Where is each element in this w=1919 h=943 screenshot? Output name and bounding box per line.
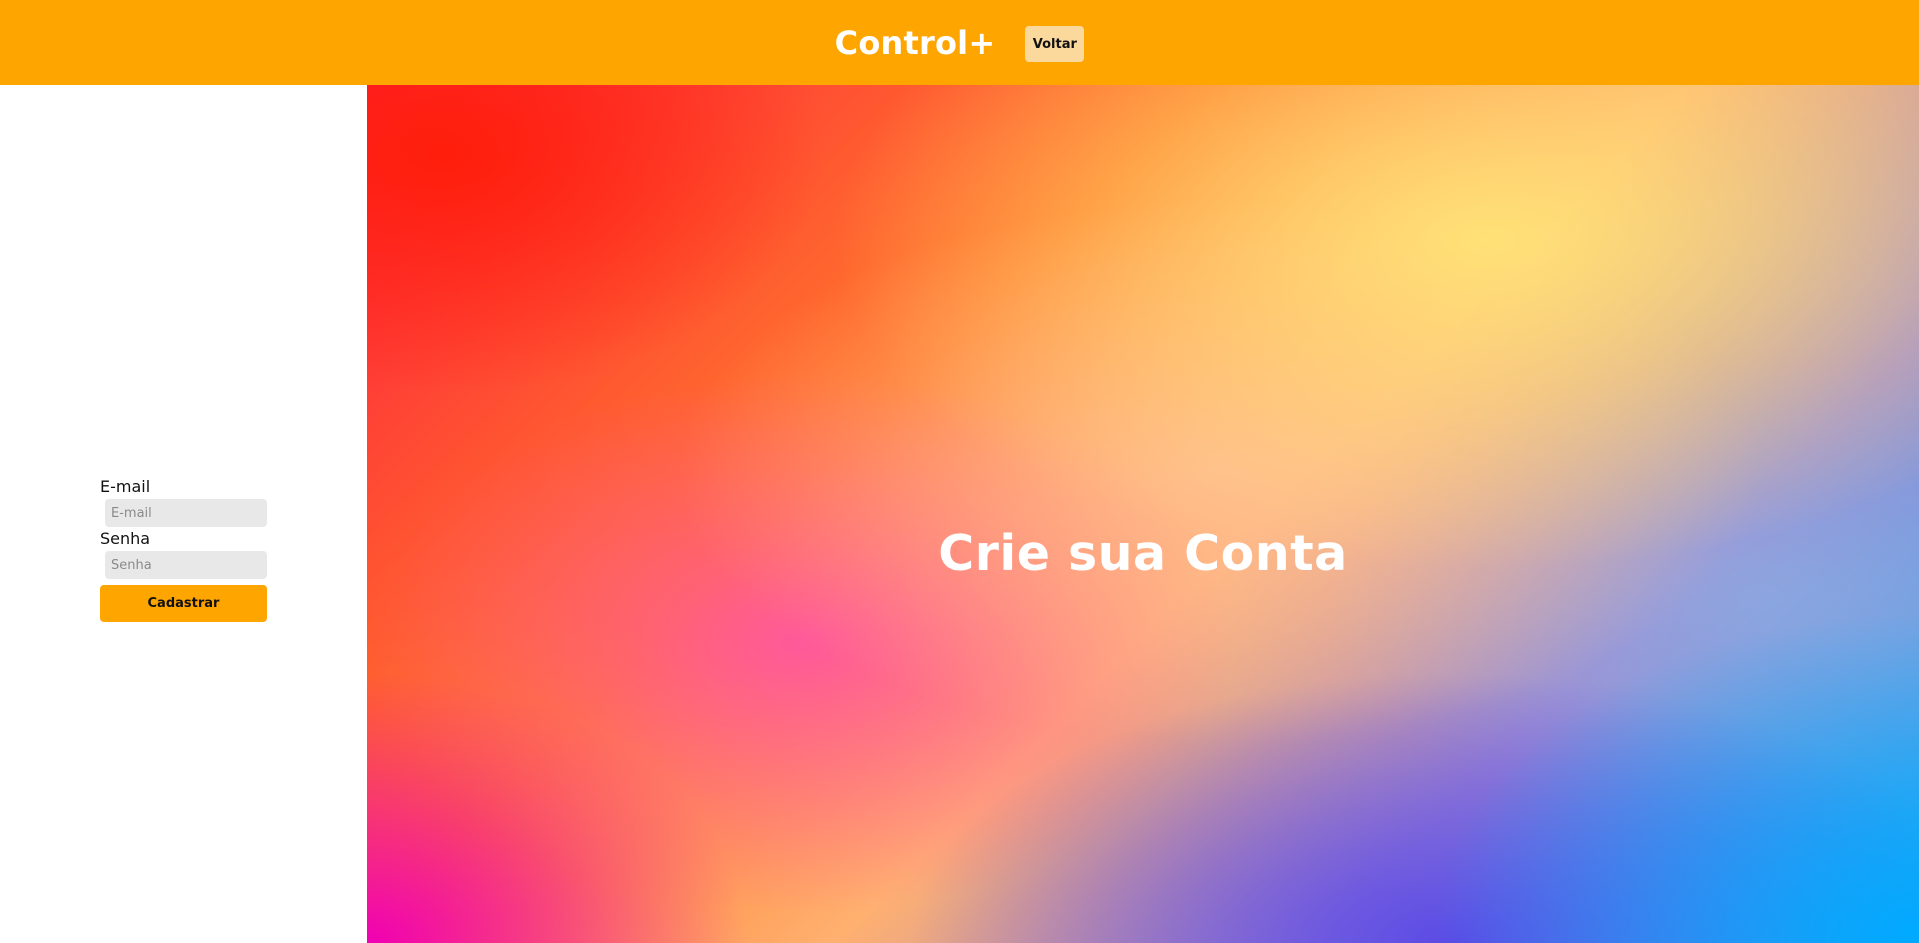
- brand-title: Control+: [834, 23, 996, 62]
- register-button[interactable]: Cadastrar: [100, 585, 267, 622]
- email-field[interactable]: [105, 499, 267, 527]
- back-button[interactable]: Voltar: [1025, 26, 1085, 62]
- top-header: Control+ Voltar: [0, 0, 1919, 85]
- email-label: E-mail: [100, 477, 151, 496]
- hero-title: Crie sua Conta: [938, 525, 1348, 582]
- signup-panel: E-mail Senha Cadastrar: [0, 85, 367, 943]
- password-label: Senha: [100, 529, 151, 548]
- password-field[interactable]: [105, 551, 267, 579]
- signup-form: E-mail Senha Cadastrar: [100, 477, 268, 622]
- hero-gradient-panel: Crie sua Conta: [367, 85, 1919, 943]
